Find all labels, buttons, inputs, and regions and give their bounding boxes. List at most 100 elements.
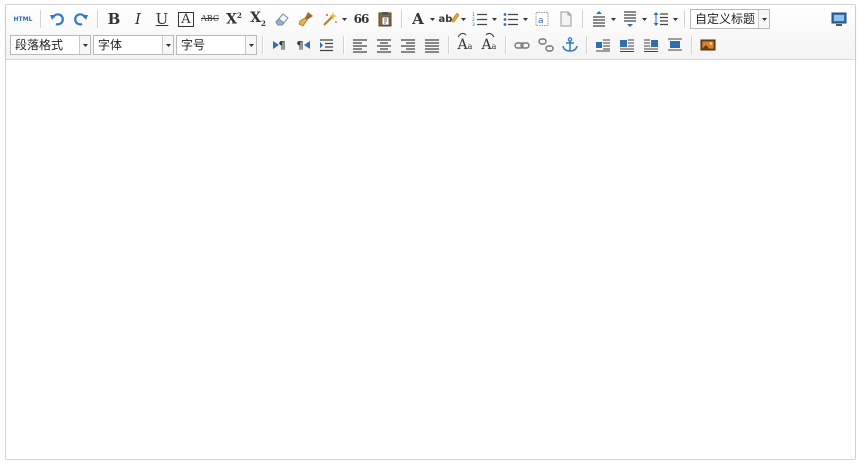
rich-text-editor: HTML B I U A ABC X2 X2 66 A ab 1 2 3 a 自… — [5, 4, 856, 460]
text-direction-rtl-icon: ¶ — [297, 39, 310, 52]
line-height-icon — [653, 12, 668, 26]
uppercase-icon: Aa — [457, 32, 472, 53]
font-color-split: A — [407, 8, 436, 30]
clear-doc-button[interactable] — [555, 8, 577, 30]
font-color-button[interactable]: A — [407, 8, 429, 30]
caret-down-icon — [492, 17, 497, 21]
align-justify-icon — [425, 39, 439, 53]
ordered-list-button[interactable]: 123 — [469, 8, 491, 30]
line-height-dropdown[interactable] — [672, 8, 679, 30]
bg-color-dropdown[interactable] — [460, 8, 467, 30]
unordered-list-split — [500, 8, 529, 30]
align-center-icon — [377, 39, 391, 53]
row-spacing-top-button[interactable] — [588, 8, 610, 30]
text-direction-ltr-icon: ¶ — [272, 39, 286, 52]
row-spacing-top-icon — [593, 11, 605, 27]
direction-rtl-button[interactable]: ¶ — [292, 34, 314, 56]
image-none-button[interactable] — [592, 34, 614, 56]
font-size-value: 字号 — [181, 38, 206, 52]
separator — [582, 10, 583, 28]
align-right-button[interactable] — [397, 34, 419, 56]
subscript-button[interactable]: X2 — [247, 8, 269, 30]
caret-down-icon — [82, 43, 88, 47]
preview-button[interactable] — [828, 8, 850, 30]
anchor-button[interactable] — [559, 34, 581, 56]
editor-toolbar: HTML B I U A ABC X2 X2 66 A ab 1 2 3 a 自… — [6, 5, 855, 60]
bg-color-split: ab — [438, 8, 467, 30]
row-spacing-bottom-button[interactable] — [619, 8, 641, 30]
separator — [586, 36, 587, 54]
image-left-button[interactable] — [616, 34, 638, 56]
link-button[interactable] — [511, 34, 533, 56]
auto-format-dropdown[interactable] — [341, 8, 348, 30]
lowercase-button[interactable]: Aa — [478, 32, 500, 56]
unlink-button[interactable] — [535, 34, 557, 56]
align-left-icon — [353, 39, 367, 53]
paragraph-format-select[interactable]: 段落格式 — [10, 35, 91, 55]
caret-down-icon — [761, 17, 767, 21]
blockquote-button[interactable]: 66 — [350, 8, 372, 30]
indent-button[interactable] — [316, 34, 338, 56]
undo-button[interactable] — [46, 8, 68, 30]
align-right-icon — [401, 39, 415, 53]
font-family-select[interactable]: 字体 — [93, 35, 174, 55]
unordered-list-button[interactable] — [500, 8, 522, 30]
source-html-button[interactable]: HTML — [11, 8, 35, 30]
line-height-button[interactable] — [650, 8, 672, 30]
image-right-button[interactable] — [640, 34, 662, 56]
uppercase-button[interactable]: Aa — [454, 32, 476, 56]
direction-ltr-button[interactable]: ¶ — [268, 34, 290, 56]
subscript-icon: X2 — [250, 10, 266, 28]
paragraph-format-dropdown[interactable] — [79, 36, 90, 54]
superscript-button[interactable]: X2 — [223, 8, 245, 30]
lowercase-icon: Aa — [482, 32, 496, 53]
eraser-button[interactable] — [271, 8, 293, 30]
font-size-dropdown[interactable] — [245, 36, 256, 54]
editor-content-area[interactable] — [6, 60, 855, 459]
font-size-select[interactable]: 字号 — [176, 35, 257, 55]
select-all-icon: a — [535, 12, 549, 26]
brush-icon — [298, 12, 313, 27]
monitor-icon — [831, 12, 847, 26]
caret-down-icon — [523, 17, 528, 21]
ordered-list-dropdown[interactable] — [491, 8, 498, 30]
strikethrough-icon: ABC — [201, 14, 219, 23]
row-spacing-top-dropdown[interactable] — [610, 8, 617, 30]
align-left-button[interactable] — [349, 34, 371, 56]
underline-button[interactable]: U — [151, 8, 173, 30]
paste-plain-button[interactable] — [374, 8, 396, 30]
caret-down-icon — [430, 17, 435, 21]
font-family-dropdown[interactable] — [162, 36, 173, 54]
auto-format-button[interactable] — [319, 8, 341, 30]
row-spacing-bottom-icon — [624, 11, 636, 27]
custom-heading-select[interactable]: 自定义标题 — [690, 9, 770, 29]
separator — [684, 10, 685, 28]
separator — [401, 10, 402, 28]
redo-icon — [74, 13, 88, 26]
image-center-button[interactable] — [664, 34, 686, 56]
format-painter-button[interactable] — [295, 8, 317, 30]
html-icon: HTML — [13, 15, 33, 23]
insert-image-button[interactable] — [697, 34, 719, 56]
caret-down-icon — [461, 17, 466, 21]
select-all-button[interactable]: a — [531, 8, 553, 30]
unordered-list-dropdown[interactable] — [522, 8, 529, 30]
separator — [40, 10, 41, 28]
separator — [343, 36, 344, 54]
align-justify-button[interactable] — [421, 34, 443, 56]
align-center-button[interactable] — [373, 34, 395, 56]
caret-down-icon — [673, 17, 678, 21]
italic-button[interactable]: I — [127, 8, 149, 30]
strikethrough-button[interactable]: ABC — [199, 8, 221, 30]
custom-heading-dropdown[interactable] — [758, 10, 769, 28]
caret-down-icon — [642, 17, 647, 21]
background-color-button[interactable]: ab — [438, 8, 460, 30]
row-spacing-bottom-dropdown[interactable] — [641, 8, 648, 30]
link-icon — [514, 42, 530, 49]
clipboard-icon — [378, 12, 392, 27]
font-border-button[interactable]: A — [175, 8, 197, 30]
bold-button[interactable]: B — [103, 8, 125, 30]
image-align-left-icon — [620, 39, 634, 52]
font-color-dropdown[interactable] — [429, 8, 436, 30]
redo-button[interactable] — [70, 8, 92, 30]
